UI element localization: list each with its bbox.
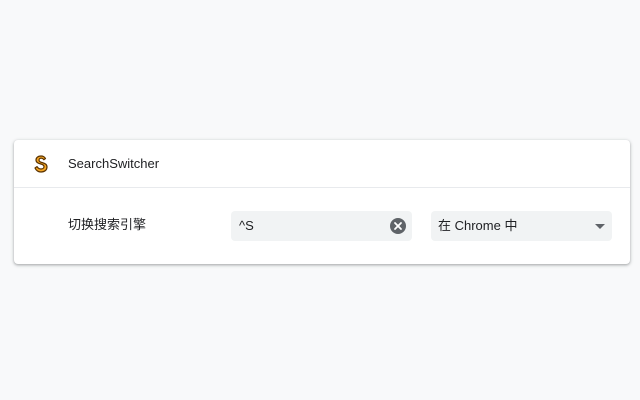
s-logo-icon: [34, 155, 48, 173]
scope-select[interactable]: 在 Chrome 中: [431, 211, 612, 241]
card-header: SearchSwitcher: [14, 140, 630, 188]
command-label: 切换搜索引擎: [68, 217, 147, 232]
clear-circle-icon[interactable]: [390, 218, 406, 234]
shortcut-row: 切换搜索引擎 ^S 在 Chrome 中: [14, 188, 630, 264]
shortcut-value: ^S: [239, 218, 254, 233]
scope-selected-value: 在 Chrome 中: [438, 218, 518, 233]
extension-name: SearchSwitcher: [68, 156, 160, 171]
extension-shortcut-card: SearchSwitcher 切换搜索引擎 ^S 在 Chrome 中: [14, 140, 630, 264]
chevron-down-icon: [595, 224, 605, 229]
shortcut-input[interactable]: ^S: [231, 211, 412, 241]
